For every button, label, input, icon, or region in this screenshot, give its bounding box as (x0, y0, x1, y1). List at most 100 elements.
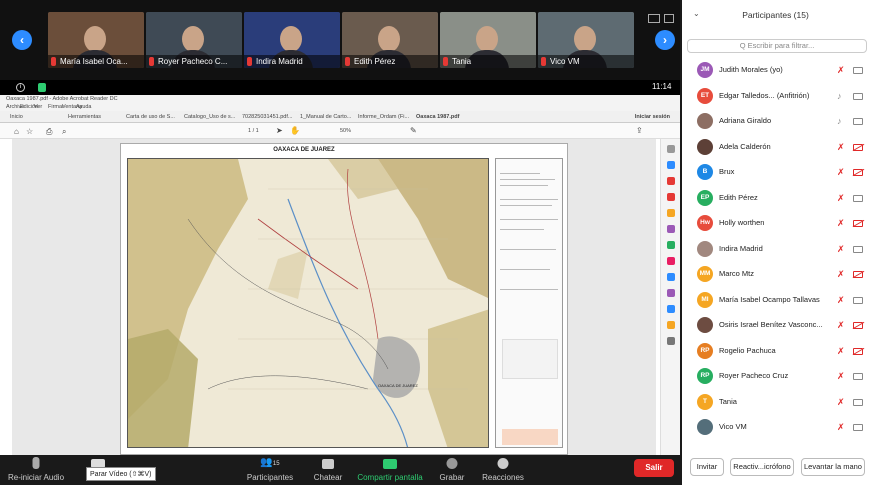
camera-off-icon[interactable] (853, 347, 863, 355)
comment-icon[interactable]: ✎ (410, 126, 417, 135)
camera-icon[interactable] (853, 118, 863, 125)
raise-hand-button[interactable]: Levantar la mano (801, 458, 865, 476)
mic-off-icon[interactable]: ✗ (837, 346, 845, 356)
chevron-right-icon[interactable]: › (655, 30, 675, 50)
send-icon[interactable] (667, 321, 675, 329)
mic-off-icon[interactable]: ✗ (837, 371, 845, 381)
signin-link[interactable]: Iniciar sesión (635, 114, 670, 120)
zoom-level[interactable]: 50% (340, 128, 351, 134)
mic-off-icon[interactable]: ✗ (837, 295, 845, 305)
leave-button[interactable]: Salir (634, 459, 674, 477)
participant-row[interactable]: Osiris Israel Benítez Vasconc... ✗ (682, 313, 869, 338)
camera-icon[interactable] (853, 296, 863, 304)
menu-item[interactable]: Ver (34, 104, 42, 110)
pdf-tab[interactable]: Carta de uso de S... (126, 114, 175, 120)
participants-button[interactable]: 👥15 Participantes (240, 455, 300, 485)
participant-row[interactable]: MM Marco Mtz ✗ (682, 262, 869, 287)
camera-off-icon[interactable] (853, 143, 863, 151)
pdf-tab[interactable]: Catalogo_Uso de s... (184, 114, 235, 120)
topographic-map[interactable]: OAXACA DE JUAREZ (127, 158, 489, 448)
reactivate-mic-button[interactable]: Reactiv...icrófono (730, 458, 794, 476)
participant-row[interactable]: MI María Isabel Ocampo Tallavas ✗ (682, 288, 869, 313)
shield-icon[interactable] (38, 83, 46, 92)
fullscreen-icon[interactable] (664, 14, 674, 23)
participant-row[interactable]: ET Edgar Talledos... (Anfitrión) ♪ (682, 84, 869, 109)
camera-icon[interactable] (853, 373, 863, 380)
participant-row[interactable]: B Brux ✗ (682, 160, 869, 185)
participant-row[interactable]: JM Judith Morales (yo) ✗ (682, 58, 869, 83)
mic-off-icon[interactable]: ✗ (837, 65, 845, 75)
mic-off-icon[interactable]: ✗ (837, 167, 845, 177)
camera-off-icon[interactable] (853, 322, 863, 329)
page-indicator[interactable]: 1 / 1 (248, 128, 259, 134)
video-tile[interactable]: Vico VM (538, 12, 634, 68)
camera-off-icon[interactable] (853, 220, 863, 227)
invite-button[interactable]: Invitar (690, 458, 724, 476)
home-icon[interactable]: ⌂ (14, 127, 19, 136)
mic-off-icon[interactable]: ✗ (837, 193, 845, 203)
pdf-tab[interactable]: 702825031451.pdf... (242, 114, 292, 120)
video-tile[interactable]: Royer Pacheco C... (146, 12, 242, 68)
participant-row[interactable]: RP Rogelio Pachuca ✗ (682, 339, 869, 364)
pdf-tab[interactable]: Herramientas (68, 114, 101, 120)
star-icon[interactable]: ☆ (26, 127, 33, 136)
record-button[interactable]: Grabar (432, 455, 472, 485)
video-tile[interactable]: Edith Pérez (342, 12, 438, 68)
search-input[interactable]: Q Escribir para filtrar... (687, 39, 867, 53)
organize-icon[interactable] (667, 241, 675, 249)
pdf-tab[interactable]: 1_Manual de Carto... (300, 114, 351, 120)
participant-row[interactable]: Indira Madrid ✗ (682, 237, 869, 262)
protect-icon[interactable] (667, 273, 675, 281)
view-grid-icon[interactable] (648, 14, 660, 23)
cursor-icon[interactable]: ➤ (276, 126, 283, 135)
search-icon[interactable]: ⌕ (62, 127, 66, 137)
mic-off-icon[interactable]: ✗ (837, 397, 845, 407)
create-pdf-icon[interactable] (667, 177, 675, 185)
print-icon[interactable]: ⎙ (46, 127, 52, 137)
hand-icon[interactable]: ✋ (290, 126, 300, 135)
export-pdf-icon[interactable] (667, 161, 675, 169)
more-tools-icon[interactable] (667, 337, 675, 345)
fill-sign-icon[interactable] (667, 257, 675, 265)
mic-icon[interactable]: ♪ (837, 91, 845, 101)
chevron-left-icon[interactable]: ‹ (12, 30, 32, 50)
combine-icon[interactable] (667, 225, 675, 233)
zoom-tool-icon[interactable] (667, 145, 675, 153)
participant-row[interactable]: Adela Calderón ✗ (682, 135, 869, 160)
participant-row[interactable]: Hw Holly worthen ✗ (682, 211, 869, 236)
camera-icon[interactable] (853, 398, 863, 406)
mic-off-icon[interactable]: ✗ (837, 244, 845, 254)
mic-off-icon[interactable]: ✗ (837, 422, 845, 432)
pdf-tab[interactable]: Inicio (10, 114, 23, 120)
pdf-tab[interactable]: Oaxaca 1987.pdf (416, 114, 459, 120)
compress-icon[interactable] (667, 289, 675, 297)
camera-icon[interactable] (853, 424, 863, 431)
info-icon[interactable]: i (16, 83, 25, 92)
camera-icon[interactable] (853, 67, 863, 74)
participant-row[interactable]: EP Edith Pérez ✗ (682, 186, 869, 211)
mic-off-icon[interactable]: ✗ (837, 218, 845, 228)
share-icon[interactable]: ⇪ (636, 126, 643, 135)
mic-icon[interactable]: ♪ (837, 116, 845, 126)
participant-row[interactable]: RP Royer Pacheco Cruz ✗ (682, 364, 869, 389)
video-tile[interactable]: Tania (440, 12, 536, 68)
video-tile[interactable]: Indira Madrid (244, 12, 340, 68)
mic-off-icon[interactable]: ✗ (837, 142, 845, 152)
camera-icon[interactable] (853, 92, 863, 100)
mic-off-icon[interactable]: ✗ (837, 269, 845, 279)
camera-icon[interactable] (853, 245, 863, 253)
camera-icon[interactable] (853, 194, 863, 202)
chat-button[interactable]: Chatear (305, 455, 351, 485)
scan-icon[interactable] (667, 305, 675, 313)
participant-row[interactable]: Adriana Giraldo ♪ (682, 109, 869, 134)
pdf-tab[interactable]: Informe_Ordam (Fi... (358, 114, 409, 120)
camera-off-icon[interactable] (853, 169, 863, 176)
mic-off-icon[interactable]: ✗ (837, 320, 845, 330)
reactions-button[interactable]: Reacciones (478, 455, 528, 485)
camera-off-icon[interactable] (853, 271, 863, 278)
reinit-audio-button[interactable]: Re-iniciar Audio (6, 455, 66, 485)
video-tile[interactable]: María Isabel Oca... (48, 12, 144, 68)
menu-item[interactable]: Ayuda (76, 104, 92, 110)
share-screen-button[interactable]: Compartir pantalla (352, 455, 428, 485)
participant-row[interactable]: T Tania ✗ (682, 390, 869, 415)
